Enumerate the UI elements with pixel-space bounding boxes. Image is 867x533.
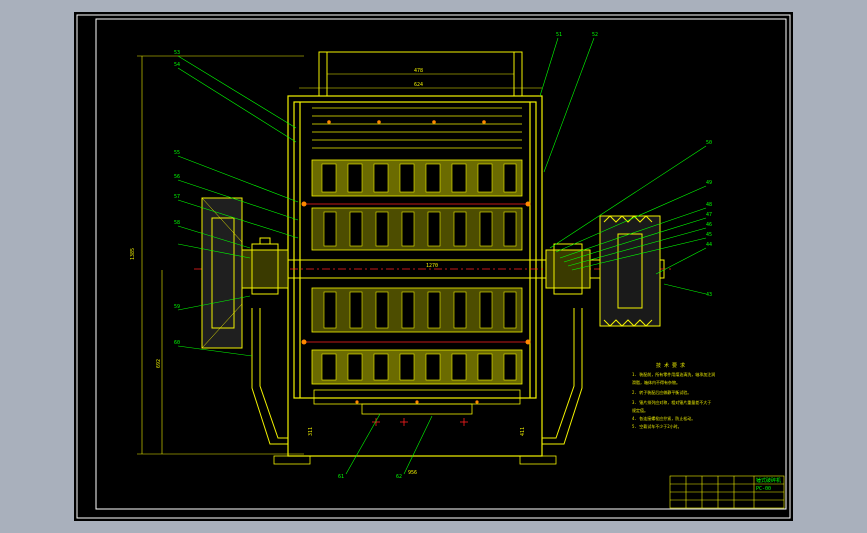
hammer-row-lower: [311, 287, 523, 333]
callout-56: 56: [174, 174, 180, 180]
callout-62: 62: [396, 474, 402, 480]
hammer-row-upper: [311, 159, 523, 197]
feed-hopper: [299, 51, 542, 97]
callout-55: 55: [174, 150, 180, 156]
dimension-labels: 478 624 1270 956 1385 692 311 411: [130, 68, 526, 476]
note-line-5: 规定值。: [632, 408, 648, 413]
drawing-canvas: 53 54 55 56 57 58 59 60 51 52 50 49 48 4…: [74, 12, 793, 521]
dim-right-low-b: 411: [520, 427, 526, 436]
callout-52: 52: [592, 32, 598, 38]
callout-49: 49: [706, 180, 712, 186]
title-block-name: 锤式破碎机: [756, 477, 781, 484]
callout-57: 57: [174, 194, 180, 200]
note-line-2: 滑脂，箱体内不得有杂物。: [632, 380, 680, 385]
callout-46: 46: [706, 222, 712, 228]
inner-frame: [95, 18, 787, 510]
callout-50: 50: [706, 140, 712, 146]
belt-pulley: [599, 215, 661, 327]
dim-shaft: 1270: [426, 263, 438, 269]
dim-bottom: 956: [408, 470, 417, 476]
note-line-7: 5. 空载试车不少于2小时。: [632, 424, 682, 429]
note-line-6: 4. 各连接螺栓应拧紧，防止松动。: [632, 416, 696, 421]
feed-plates: [312, 107, 522, 149]
callout-48: 48: [706, 202, 712, 208]
screen-grate: [273, 389, 557, 465]
callout-45: 45: [706, 232, 712, 238]
callout-58: 58: [174, 220, 180, 226]
callout-44: 44: [706, 242, 712, 248]
title-block-text: 锤式破碎机 PC-00: [756, 477, 781, 492]
callout-54: 54: [174, 62, 180, 68]
dim-left-lower: 692: [156, 359, 162, 368]
callout-60: 60: [174, 340, 180, 346]
dim-top-inner: 478: [414, 68, 423, 74]
dim-top-outer: 624: [414, 82, 423, 88]
crusher-housing: [287, 95, 543, 457]
callout-51: 51: [556, 32, 562, 38]
dim-left-height: 1385: [130, 248, 136, 260]
note-line-4: 3. 锤片排列应对称，相对锤片重量差不大于: [632, 400, 712, 405]
callout-59: 59: [174, 304, 180, 310]
left-bearing: [241, 237, 289, 295]
dim-right-low-a: 311: [308, 427, 314, 436]
grate-bolts: [355, 400, 479, 404]
title-block-code: PC-00: [756, 486, 771, 492]
callout-43: 43: [706, 292, 712, 298]
notes-title: 技 术 要 求: [656, 363, 686, 369]
feed-bolts: [327, 120, 486, 124]
right-bearing: [545, 243, 591, 295]
grate-markers: [372, 418, 468, 426]
note-line-1: 1. 装配前，所有零件用煤油清洗，轴承加注润: [632, 372, 716, 377]
callout-47: 47: [706, 212, 712, 218]
left-flywheel: [201, 197, 243, 349]
hammer-row-upper-2: [311, 207, 523, 251]
callout-61: 61: [338, 474, 344, 480]
note-line-3: 2. 转子装配后应做静平衡试验。: [632, 390, 692, 395]
assembly-drawing: 53 54 55 56 57 58 59 60 51 52 50 49 48 4…: [76, 14, 791, 519]
callout-53: 53: [174, 50, 180, 56]
hammer-row-lower-2: [311, 349, 523, 385]
